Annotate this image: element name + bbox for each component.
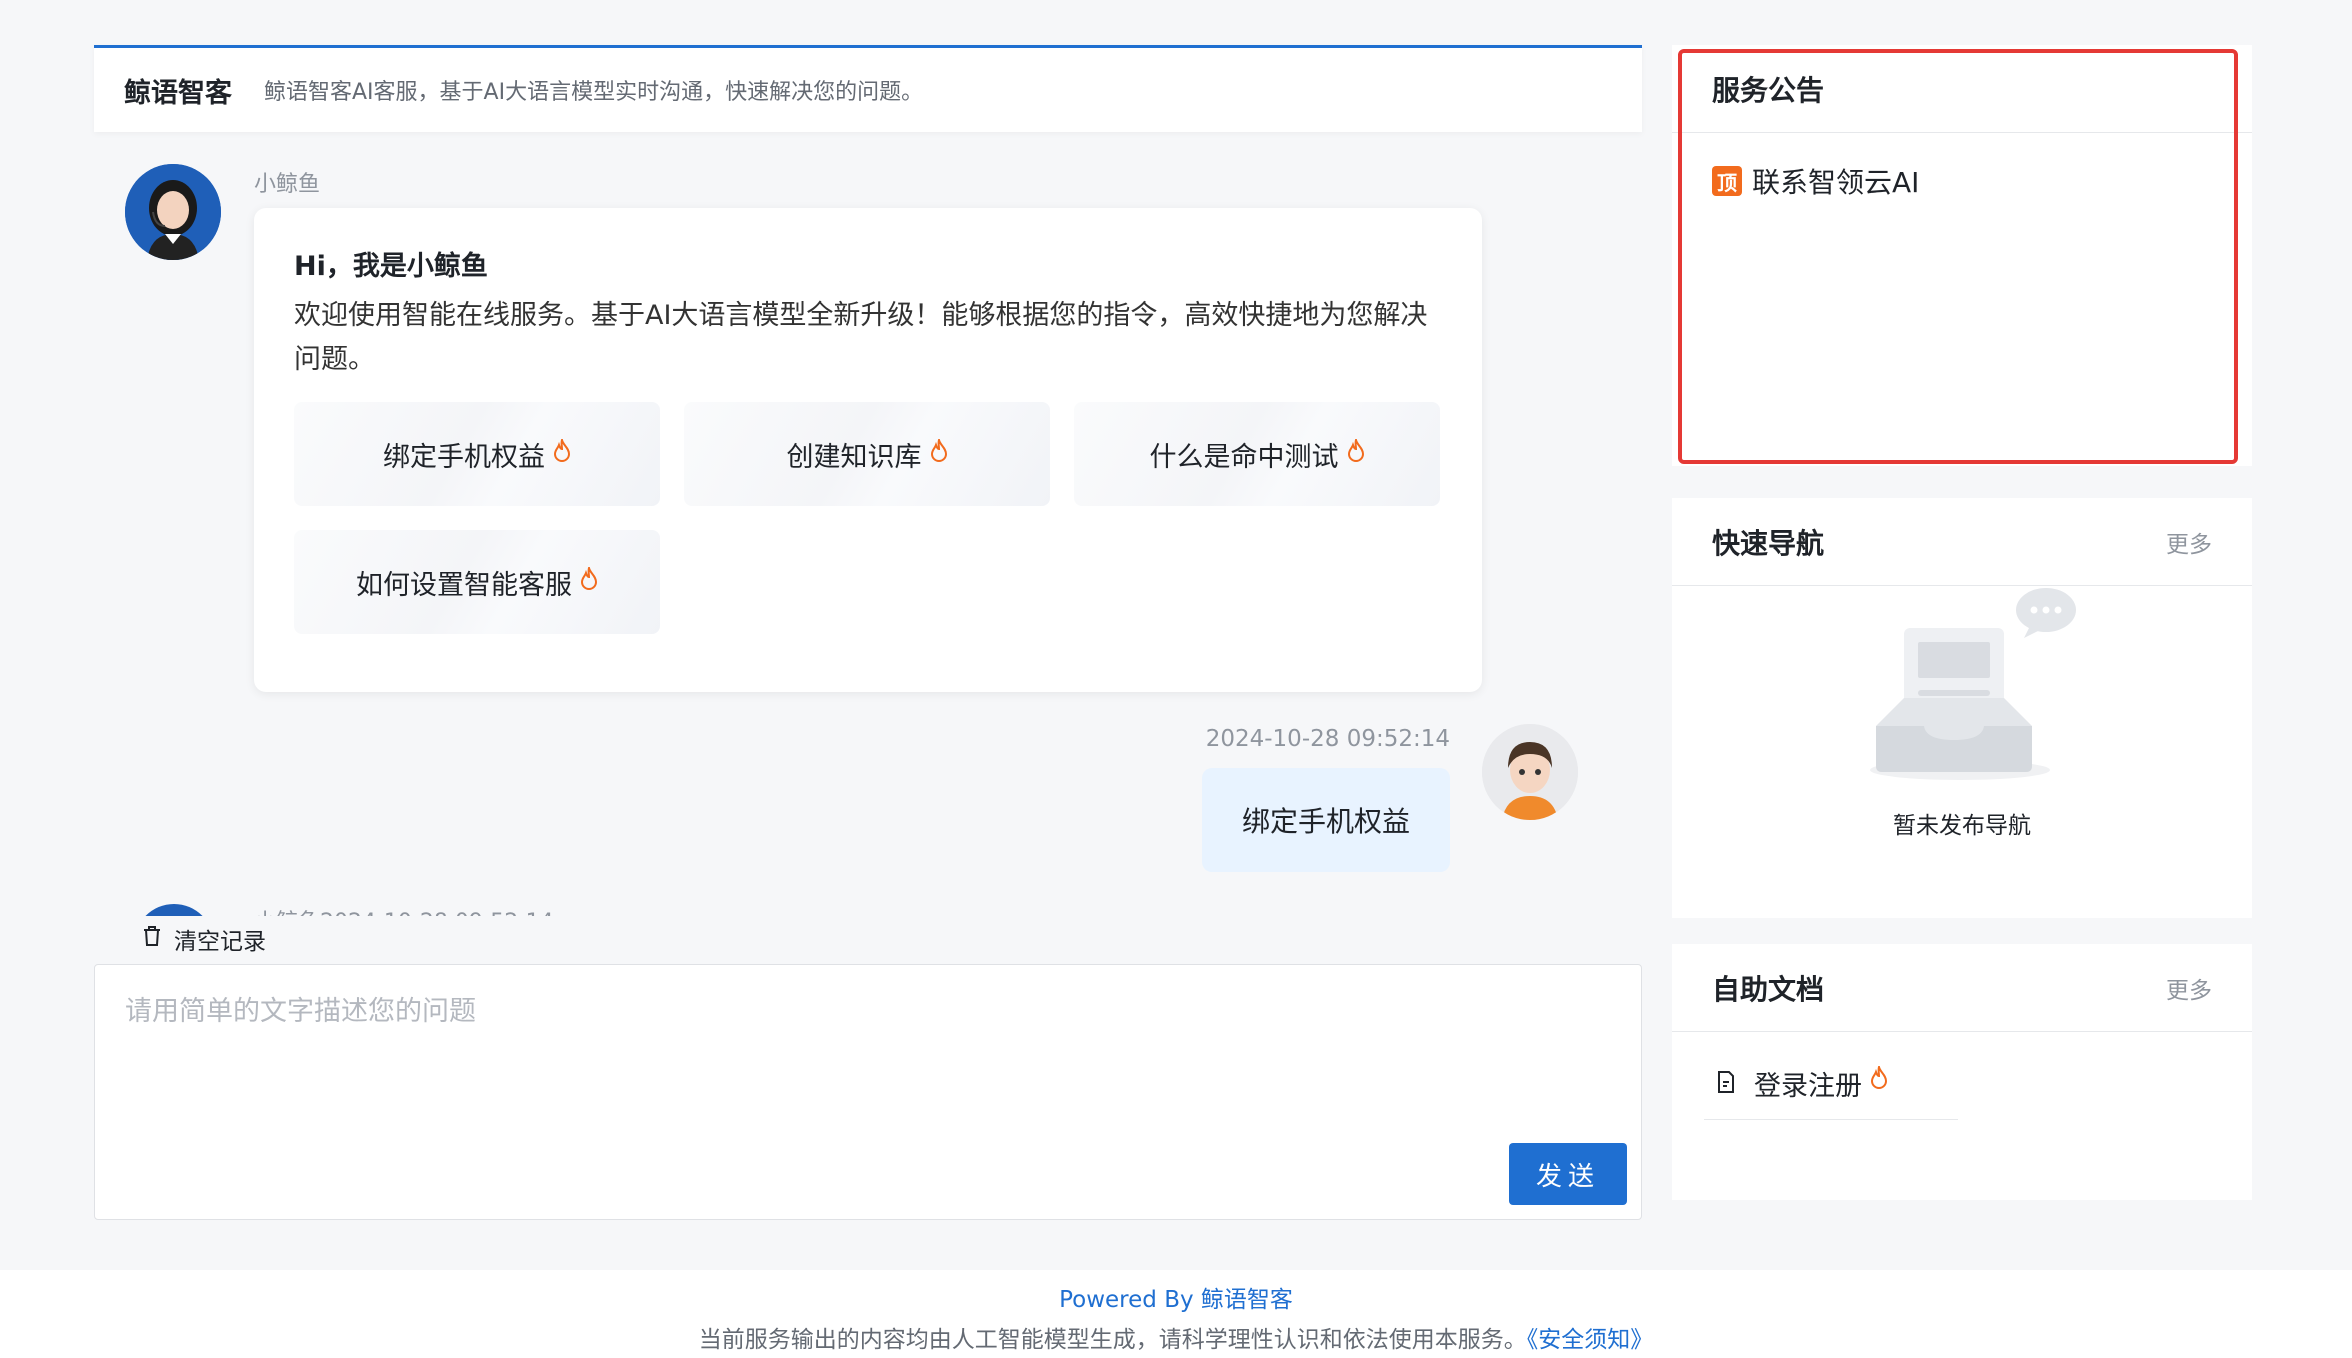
flame-icon: [1870, 1063, 1888, 1097]
notice-item-label: 联系智领云AI: [1752, 166, 1920, 199]
quick-nav-title: 快速导航: [1712, 526, 1825, 560]
notice-panel: 服务公告 顶 联系智领云AI: [1672, 45, 2252, 466]
message-input-box: 发送: [94, 964, 1642, 1220]
clear-history-label: 清空记录: [174, 929, 266, 955]
flame-icon: [1347, 435, 1365, 470]
powered-by-prefix: Powered By: [1059, 1287, 1201, 1313]
flame-icon: [580, 563, 598, 598]
suggestion-label: 创建知识库: [786, 441, 922, 473]
footer-disclaimer: 当前服务输出的内容均由人工智能模型生成，请科学理性认识和依法使用本服务。《安全须…: [0, 1320, 2352, 1354]
bot-welcome-card: Hi，我是小鲸鱼 欢迎使用智能在线服务。基于AI大语言模型全新升级！能够根据您的…: [254, 208, 1482, 692]
suggestion-label: 绑定手机权益: [383, 441, 545, 473]
docs-title: 自助文档: [1712, 972, 1825, 1006]
bot-name: 小鲸鱼: [254, 172, 321, 197]
docs-more-link[interactable]: 更多: [2166, 971, 2212, 1005]
doc-item-label: 登录注册: [1754, 1071, 1862, 1102]
disclaimer-text: 当前服务输出的内容均由人工智能模型生成，请科学理性认识和依法使用本服务。: [698, 1327, 1527, 1353]
footer: Powered By 鲸语智客 当前服务输出的内容均由人工智能模型生成，请科学理…: [0, 1270, 2352, 1358]
flame-icon: [553, 435, 571, 470]
quick-nav-more-link[interactable]: 更多: [2166, 525, 2212, 559]
suggestion-chip[interactable]: 创建知识库: [684, 402, 1050, 506]
flame-icon: [930, 435, 948, 470]
docs-header: 自助文档 更多: [1672, 944, 2252, 1032]
notice-header: 服务公告: [1672, 45, 2252, 133]
suggestion-label: 什么是命中测试: [1149, 441, 1339, 473]
clear-history-button[interactable]: 清空记录: [142, 924, 272, 955]
user-message-time: 2024-10-28 09:52:14: [1205, 726, 1450, 752]
user-message-bubble: 绑定手机权益: [1202, 768, 1450, 872]
powered-by: Powered By 鲸语智客: [0, 1280, 2352, 1314]
powered-by-brand-link[interactable]: 鲸语智客: [1201, 1287, 1293, 1313]
user-avatar: [1482, 724, 1578, 820]
quick-nav-empty-text: 暂未发布导航: [1893, 813, 2031, 839]
empty-inbox-icon: [1864, 588, 2084, 792]
docs-panel: 自助文档 更多 登录注册: [1672, 944, 2252, 1200]
app-description: 鲸语智客AI客服，基于AI大语言模型实时沟通，快速解决您的问题。: [264, 80, 924, 105]
bot-avatar: [134, 904, 214, 916]
suggestion-label: 如何设置智能客服: [356, 569, 572, 601]
suggestion-chip[interactable]: 绑定手机权益: [294, 402, 660, 506]
notice-title: 服务公告: [1712, 73, 1825, 107]
notice-item[interactable]: 顶 联系智领云AI: [1712, 161, 1919, 201]
quick-nav-panel: 快速导航 更多 暂未发布导航: [1672, 498, 2252, 918]
document-icon: [1716, 1070, 1736, 1101]
chat-header: 鲸语智客 鲸语智客AI客服，基于AI大语言模型实时沟通，快速解决您的问题。: [94, 45, 1642, 132]
chat-area[interactable]: 小鲸鱼 Hi，我是小鲸鱼 欢迎使用智能在线服务。基于AI大语言模型全新升级！能够…: [94, 132, 1642, 916]
app-title: 鲸语智客: [124, 77, 232, 109]
safety-notice-link[interactable]: 《安全须知》: [1527, 1327, 1654, 1353]
send-button[interactable]: 发送: [1509, 1143, 1627, 1205]
suggestion-chip[interactable]: 什么是命中测试: [1074, 402, 1440, 506]
suggestion-chip[interactable]: 如何设置智能客服: [294, 530, 660, 634]
bot-message-header: 小鲸鱼2024-10-28 09:52:14: [254, 904, 554, 916]
bot-avatar: [125, 164, 221, 260]
message-input[interactable]: [95, 965, 1641, 1145]
doc-item[interactable]: 登录注册: [1704, 1062, 1958, 1120]
quick-nav-header: 快速导航 更多: [1672, 498, 2252, 586]
bot-greeting: Hi，我是小鲸鱼: [294, 251, 488, 282]
trash-icon: [142, 925, 174, 953]
pinned-badge: 顶: [1712, 166, 1742, 196]
bot-intro-text: 欢迎使用智能在线服务。基于AI大语言模型全新升级！能够根据您的指令，高效快捷地为…: [294, 300, 1428, 375]
